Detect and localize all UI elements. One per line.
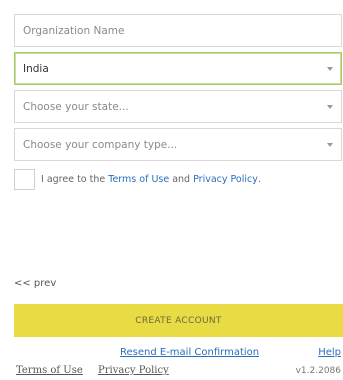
help-link[interactable]: Help xyxy=(318,347,341,358)
country-select[interactable]: India xyxy=(14,52,342,85)
terms-of-use-link[interactable]: Terms of Use xyxy=(108,174,169,185)
version-label: v1.2.2086 xyxy=(295,366,341,376)
chevron-down-icon xyxy=(327,142,333,147)
agree-suffix-text: . xyxy=(257,173,261,185)
country-select-value: India xyxy=(23,62,49,75)
prev-link[interactable]: << prev xyxy=(14,278,56,289)
agree-and-text: and xyxy=(172,173,191,185)
footer-privacy-policy-link[interactable]: Privacy Policy xyxy=(98,365,169,376)
organization-name-field[interactable] xyxy=(14,14,342,47)
resend-email-confirmation-link[interactable]: Resend E-mail Confirmation xyxy=(120,347,259,358)
footer-terms-of-use-link[interactable]: Terms of Use xyxy=(16,365,83,376)
create-account-button[interactable]: CREATE ACCOUNT xyxy=(14,304,343,337)
terms-agreement-row: I agree to the Terms of Use and Privacy … xyxy=(14,168,261,190)
privacy-policy-link[interactable]: Privacy Policy xyxy=(193,174,258,185)
terms-agree-checkbox[interactable] xyxy=(14,168,35,190)
agree-prefix-text: I agree to the xyxy=(41,173,106,185)
state-select-placeholder: Choose your state... xyxy=(23,100,129,113)
chevron-down-icon xyxy=(327,66,333,71)
state-select[interactable]: Choose your state... xyxy=(14,90,342,123)
company-type-select[interactable]: Choose your company type... xyxy=(14,128,342,161)
organization-name-input[interactable] xyxy=(23,24,333,37)
signup-form-panel: India Choose your state... Choose your c… xyxy=(0,0,343,380)
chevron-down-icon xyxy=(327,104,333,109)
company-type-select-placeholder: Choose your company type... xyxy=(23,138,178,151)
